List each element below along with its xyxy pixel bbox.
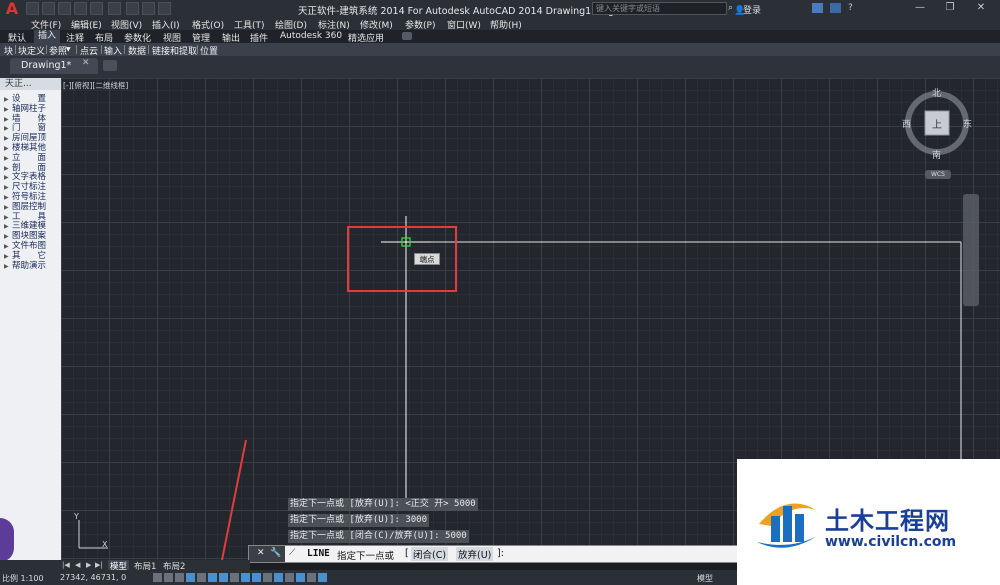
tab-nav-prev-icon[interactable]: ◀ [75,561,80,569]
navigation-bar[interactable] [963,194,979,306]
command-line[interactable]: ✕ 🔧 ⟋ LINE 指定下一点或 [ 闭合(C) 放弃(U) ]: [248,545,738,563]
infer-constraints-icon[interactable] [153,573,162,582]
viewcube-east[interactable]: 东 [963,117,972,130]
command-history-line: 指定下一点或 [放弃(U)]: <正交 开> 5000 [288,498,478,511]
object-snap-tracking-icon[interactable] [230,573,239,582]
grid-display-icon[interactable] [175,573,184,582]
selection-cycling-icon[interactable] [296,573,305,582]
command-prompt: 指定下一点或 [337,551,395,562]
viewcube-north[interactable]: 北 [932,86,941,99]
object-snap-icon[interactable] [208,573,217,582]
watermark-url: www.civilcn.com [825,534,957,550]
ucs-x-label: X [102,540,108,549]
coordinate-readout: 27342, 46731, 0 [60,573,127,582]
watermark-brand: 土木工程网 [825,507,950,535]
command-history-line: 指定下一点或 [闭合(C)/放弃(U)]: 5000 [288,530,469,543]
line-command-icon: ⟋ [289,548,296,558]
viewcube-west[interactable]: 西 [902,117,911,130]
wcs-menu[interactable]: WCS [925,170,951,179]
close-command-line-icon[interactable]: ✕ [257,548,265,558]
viewcube-top-label[interactable]: 上 [932,116,942,131]
annotation-arrow [218,439,247,576]
transparency-icon[interactable] [274,573,283,582]
viewcube-south[interactable]: 南 [932,148,941,161]
civilcn-logo-icon [757,503,817,548]
ortho-mode-icon[interactable] [186,573,195,582]
tab-nav-next-icon[interactable]: ▶ [86,561,91,569]
3d-object-snap-icon[interactable] [219,573,228,582]
dynamic-ucs-icon[interactable] [241,573,250,582]
polar-tracking-icon[interactable] [197,573,206,582]
customize-icon[interactable]: 🔧 [270,548,281,558]
drafting-toggles [153,573,333,582]
option-close[interactable]: 闭合(C) [411,547,449,561]
command-history-line: 指定下一点或 [放弃(U)]: 3000 [288,514,430,527]
watermark-overlay: 土木工程网 www.civilcn.com [737,459,1000,585]
command-name: LINE [307,548,330,559]
quick-properties-icon[interactable] [285,573,294,582]
layout-tabs-bar: |◀ ◀ ▶ ▶| 模型 布局1 布局2 [0,560,250,572]
dynamic-input-icon[interactable] [252,573,261,582]
bracket-open: [ [405,548,409,559]
snap-mode-icon[interactable] [164,573,173,582]
ucs-y-label: Y [74,512,79,521]
tab-nav-last-icon[interactable]: ▶| [95,561,103,569]
osnap-tooltip: 端点 [414,253,440,265]
lineweight-icon[interactable] [263,573,272,582]
bracket-close: ]: [497,548,504,559]
annotation-scale[interactable]: 比例 1:100 [2,573,44,584]
workspace-icon[interactable] [318,573,327,582]
annotation-monitor-icon[interactable] [307,573,316,582]
option-undo[interactable]: 放弃(U) [456,547,494,561]
model-space-button[interactable]: 模型 [697,573,713,584]
tab-nav-first-icon[interactable]: |◀ [62,561,70,569]
